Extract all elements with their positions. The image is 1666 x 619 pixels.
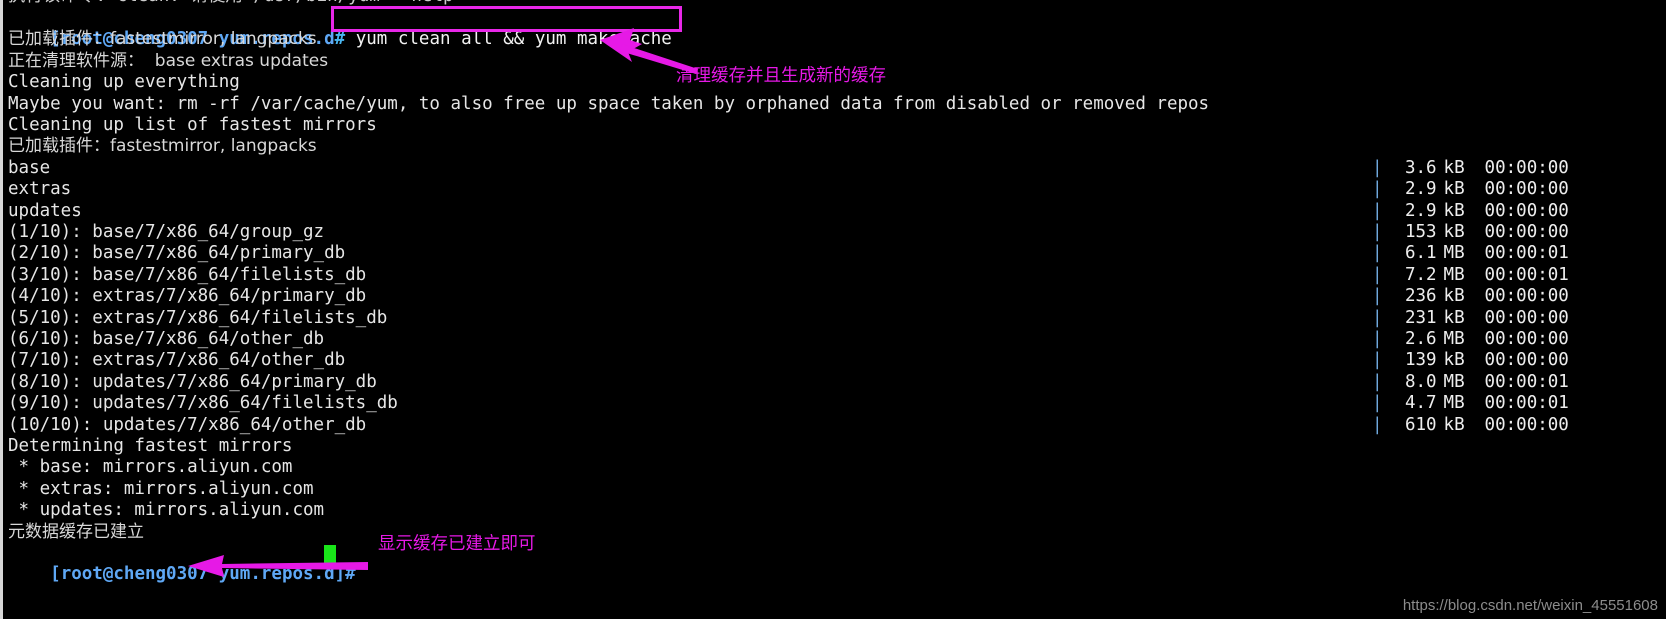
annotation-bottom-note: 显示缓存已建立即可 (378, 534, 536, 554)
terminal-output-line: base (8, 157, 51, 178)
transfer-size: 7.2 (1404, 264, 1437, 285)
terminal-window[interactable]: 执行该命令: clean. 请使用 /usr/bin/yum --help [r… (0, 0, 1666, 619)
terminal-output-line: 已加载插件：fastestmirror, langpacks (8, 136, 317, 157)
transfer-time: 00:00:00 (1484, 200, 1569, 221)
transfer-size: 3.6 (1404, 157, 1437, 178)
terminal-output-line: 正在清理软件源： base extras updates (8, 50, 329, 71)
transfer-time: 00:00:00 (1484, 307, 1569, 328)
transfer-size: 2.9 (1404, 179, 1437, 200)
transfer-time: 00:00:00 (1484, 329, 1569, 349)
transfer-size: 139 (1404, 350, 1437, 371)
transfer-row: | 3.6 kB 00:00:00 (1372, 158, 1569, 179)
annotation-top-note: 清理缓存并且生成新的缓存 (676, 66, 886, 86)
transfer-time: 00:00:01 (1484, 371, 1569, 392)
transfer-row: | 8.0 MB 00:00:01 (1372, 372, 1569, 393)
transfer-time: 00:00:00 (1484, 157, 1569, 178)
terminal-output-line: (6/10): base/7/x86_64/other_db (8, 329, 325, 349)
terminal-output-line: Maybe you want: rm -rf /var/cache/yum, t… (8, 93, 1210, 114)
transfer-row: | 2.9 kB 00:00:00 (1372, 179, 1569, 200)
transfer-unit: kB (1443, 307, 1465, 328)
terminal-output-line: * updates: mirrors.aliyun.com (8, 500, 325, 521)
transfer-row: | 6.1 MB 00:00:01 (1372, 243, 1569, 264)
transfer-row: | 2.6 MB 00:00:00 (1372, 329, 1569, 350)
transfer-size: 153 (1404, 222, 1437, 242)
transfer-size: 4.7 (1404, 393, 1437, 414)
transfer-unit: kB (1443, 350, 1465, 371)
clipped-scrollback-line: 执行该命令: clean. 请使用 /usr/bin/yum --help (8, 0, 454, 7)
transfer-unit: kB (1443, 414, 1465, 435)
column-separator: | (1372, 222, 1383, 242)
column-separator: | (1372, 200, 1383, 221)
transfer-row: | 610 kB 00:00:00 (1372, 415, 1569, 436)
column-separator: | (1372, 307, 1383, 328)
terminal-output-line: extras (8, 179, 72, 200)
transfer-time: 00:00:01 (1484, 243, 1569, 264)
transfer-time: 00:00:00 (1484, 286, 1569, 307)
transfer-time: 00:00:00 (1484, 222, 1569, 242)
column-separator: | (1372, 393, 1383, 414)
terminal-output-line: (4/10): extras/7/x86_64/primary_db (8, 286, 367, 307)
transfer-size: 610 (1404, 414, 1437, 435)
terminal-output-line: (5/10): extras/7/x86_64/filelists_db (8, 307, 388, 328)
column-separator: | (1372, 350, 1383, 371)
terminal-output-line: (10/10): updates/7/x86_64/other_db (8, 414, 367, 435)
transfer-size: 2.6 (1404, 329, 1437, 349)
transfer-unit: kB (1443, 157, 1465, 178)
transfer-row: | 2.9 kB 00:00:00 (1372, 201, 1569, 222)
transfer-row: | 231 kB 00:00:00 (1372, 308, 1569, 329)
column-separator: | (1372, 264, 1383, 285)
annotation-arrow-bottom (188, 555, 368, 577)
transfer-unit: MB (1443, 393, 1465, 414)
command-line[interactable]: [root@cheng0307 yum.repos.d# yum clean a… (8, 8, 672, 49)
transfer-unit: kB (1443, 286, 1465, 307)
transfer-row: | 153 kB 00:00:00 (1372, 222, 1569, 243)
terminal-output-line: Cleaning up everything (8, 72, 240, 93)
column-separator: | (1372, 371, 1383, 392)
transfer-time: 00:00:01 (1484, 264, 1569, 285)
column-separator: | (1372, 286, 1383, 307)
transfer-unit: MB (1443, 329, 1465, 349)
transfer-time: 00:00:00 (1484, 414, 1569, 435)
terminal-output-line: * base: mirrors.aliyun.com (8, 457, 293, 478)
terminal-output-line: (2/10): base/7/x86_64/primary_db (8, 243, 346, 264)
transfer-unit: MB (1443, 243, 1465, 264)
prompt-hash: # (334, 29, 356, 50)
terminal-output-line: 元数据缓存已建立 (8, 521, 144, 542)
transfer-size: 231 (1404, 307, 1437, 328)
terminal-output-line: Determining fastest mirrors (8, 436, 293, 456)
terminal-output-line: (8/10): updates/7/x86_64/primary_db (8, 371, 377, 392)
transfer-unit: kB (1443, 200, 1465, 221)
column-separator: | (1372, 243, 1383, 264)
transfer-row: | 7.2 MB 00:00:01 (1372, 265, 1569, 286)
terminal-output-line: (9/10): updates/7/x86_64/filelists_db (8, 393, 398, 414)
terminal-output-line: (7/10): extras/7/x86_64/other_db (8, 350, 346, 371)
transfer-row: | 4.7 MB 00:00:01 (1372, 393, 1569, 414)
transfer-size: 6.1 (1404, 243, 1437, 264)
watermark-url: https://blog.csdn.net/weixin_45551608 (1402, 597, 1658, 614)
terminal-output-line: updates (8, 200, 82, 221)
transfer-time: 00:00:00 (1484, 350, 1569, 371)
transfer-time: 00:00:00 (1484, 179, 1569, 200)
transfer-unit: MB (1443, 371, 1465, 392)
transfer-unit: kB (1443, 179, 1465, 200)
column-separator: | (1372, 414, 1383, 435)
transfer-unit: MB (1443, 264, 1465, 285)
transfer-time: 00:00:01 (1484, 393, 1569, 414)
window-left-border-inner (3, 0, 5, 619)
transfer-unit: kB (1443, 222, 1465, 242)
column-separator: | (1372, 179, 1383, 200)
column-separator: | (1372, 157, 1383, 178)
terminal-output-line: * extras: mirrors.aliyun.com (8, 478, 314, 499)
transfer-size: 2.9 (1404, 200, 1437, 221)
column-separator: | (1372, 329, 1383, 349)
terminal-output-line: 已加载插件：fastestmirror, langpacks (8, 29, 317, 50)
transfer-size: 8.0 (1404, 371, 1437, 392)
terminal-output-line: (1/10): base/7/x86_64/group_gz (8, 222, 325, 242)
transfer-size: 236 (1404, 286, 1437, 307)
terminal-output-line: (3/10): base/7/x86_64/filelists_db (8, 264, 367, 285)
transfer-row: | 236 kB 00:00:00 (1372, 286, 1569, 307)
terminal-output-line: Cleaning up list of fastest mirrors (8, 115, 377, 135)
transfer-row: | 139 kB 00:00:00 (1372, 350, 1569, 371)
